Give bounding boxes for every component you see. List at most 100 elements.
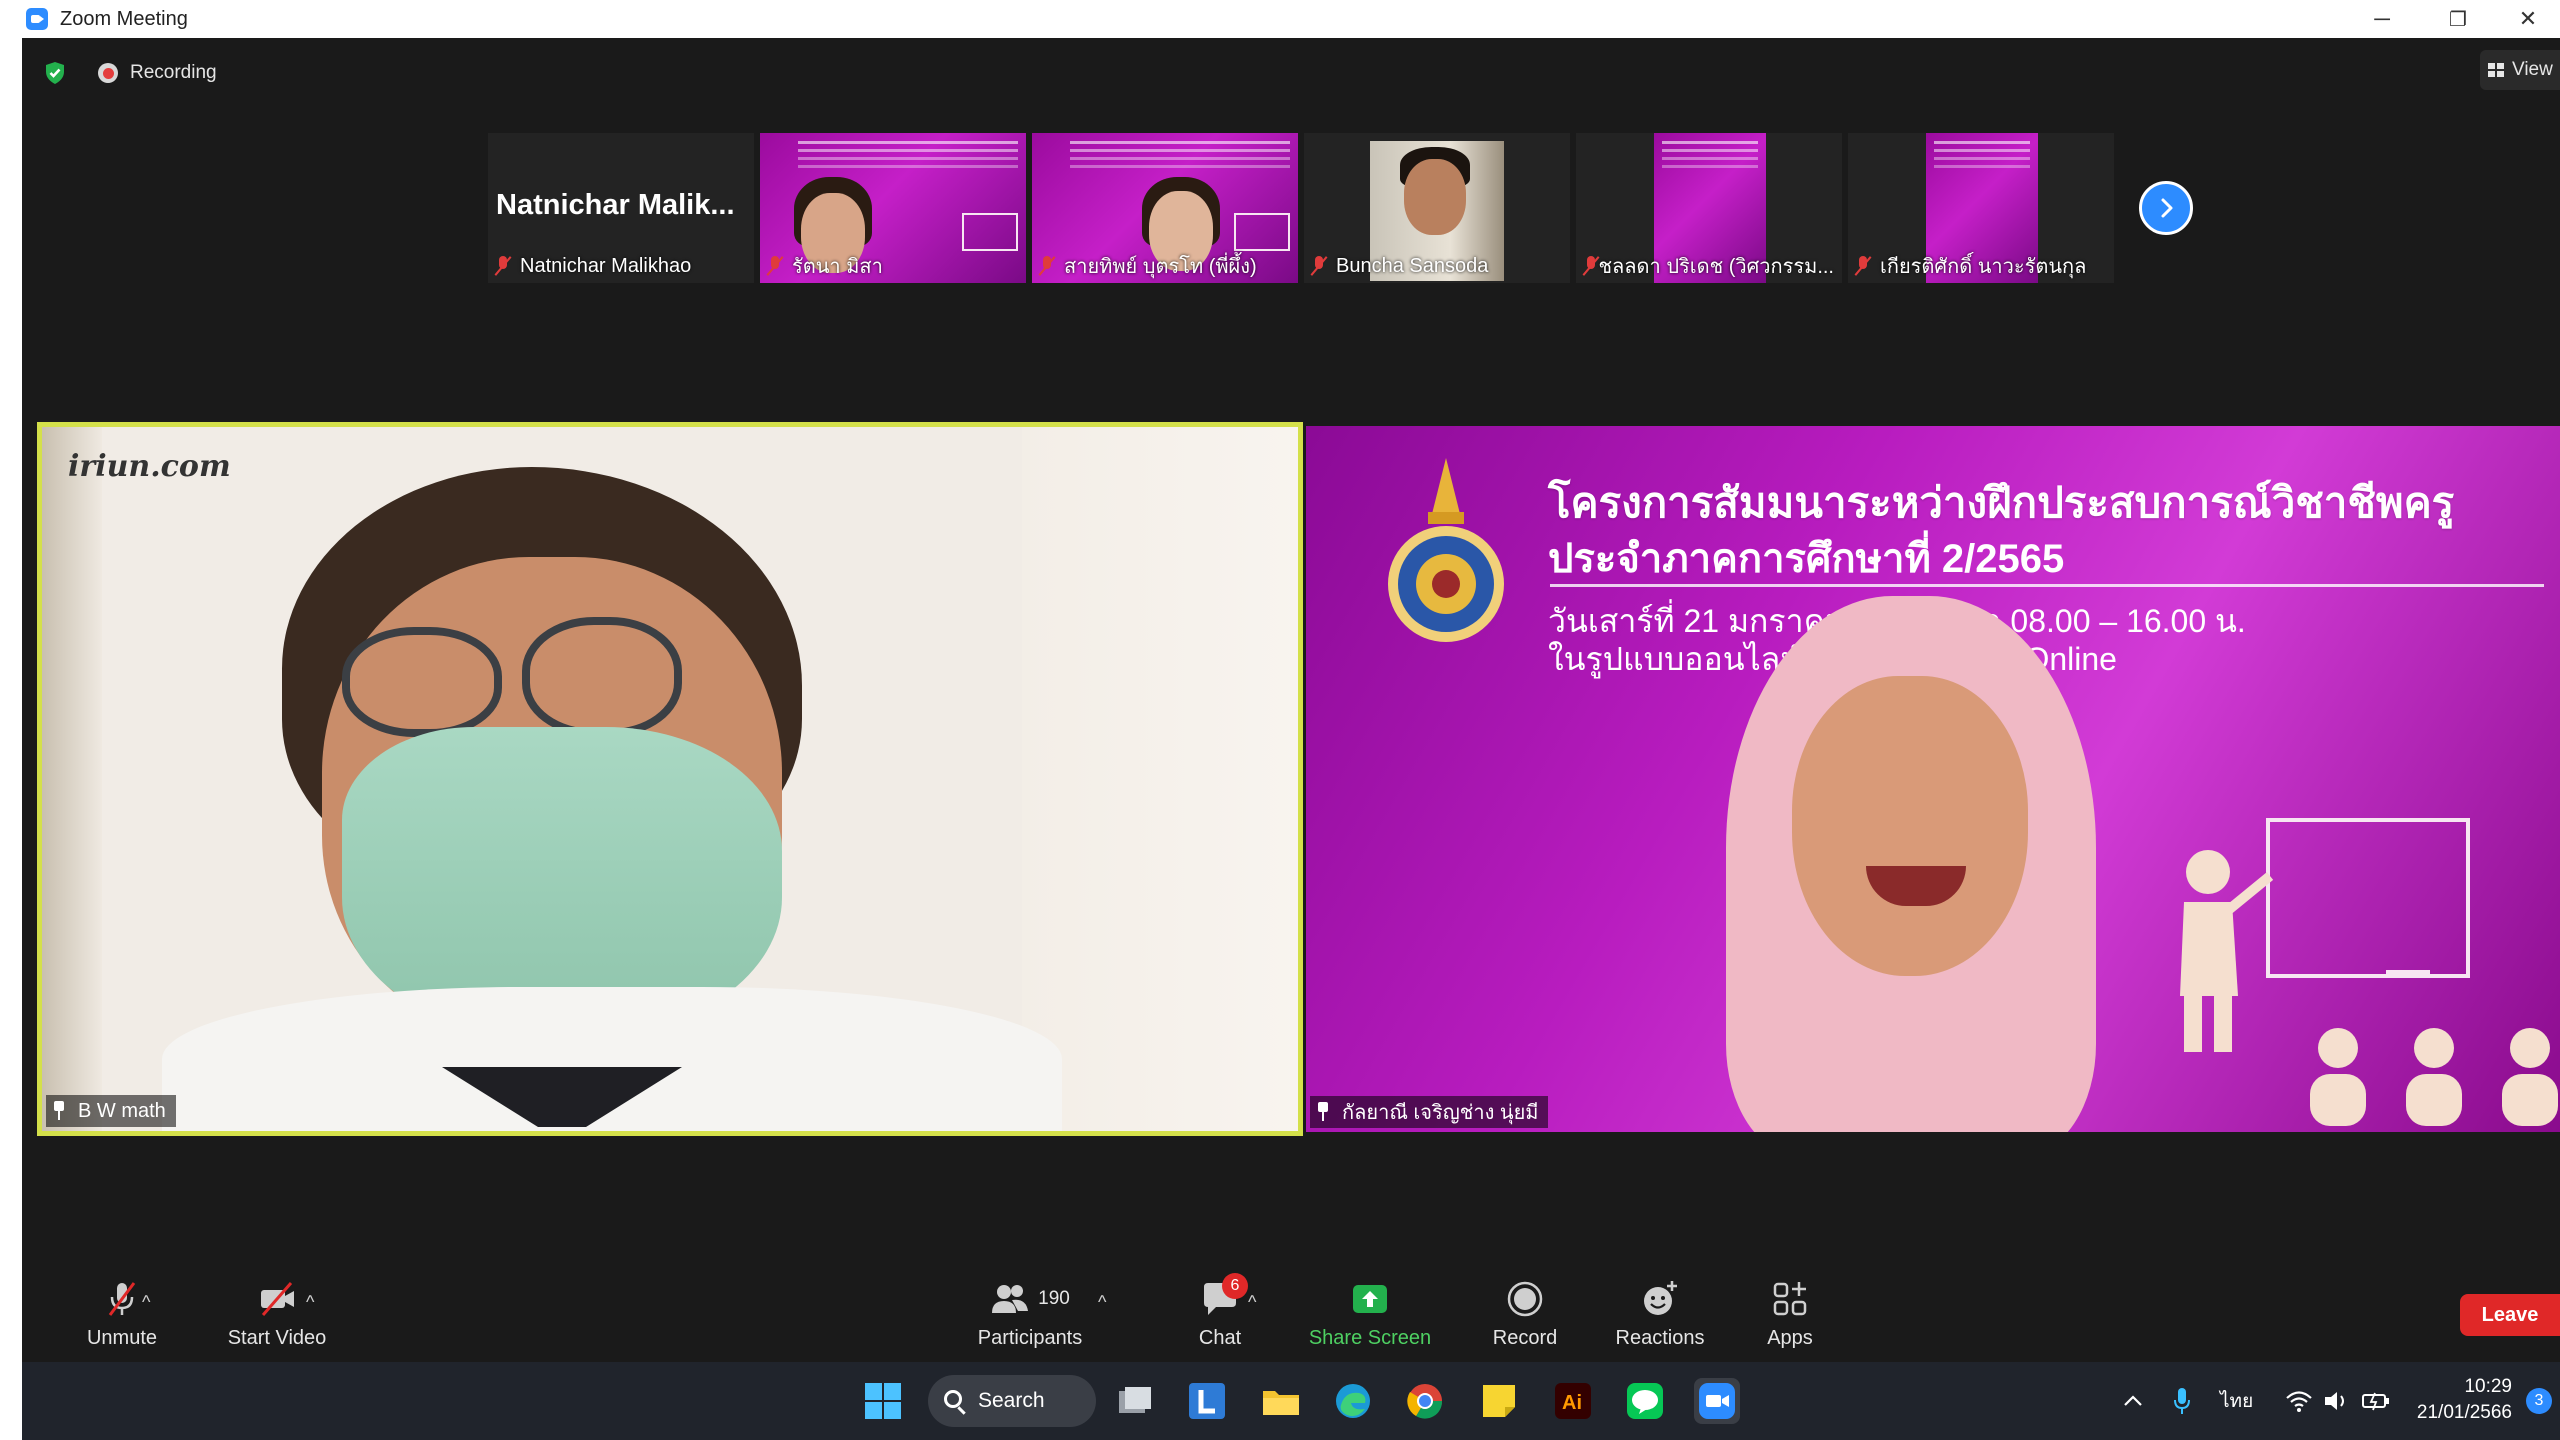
chrome-browser-icon[interactable] xyxy=(1402,1378,1448,1424)
reactions-icon xyxy=(1644,1281,1677,1315)
glasses-right xyxy=(522,617,682,737)
participant-label: เกียรติศักดิ์ นาวะรัตนกุล xyxy=(1848,249,2094,283)
restore-button[interactable]: ❐ xyxy=(2420,0,2496,38)
battery-icon[interactable] xyxy=(2361,1390,2391,1412)
record-label: Record xyxy=(1492,1327,1558,1349)
university-emblem-icon xyxy=(1388,458,1504,642)
apps-label: Apps xyxy=(1767,1327,1813,1349)
system-tray: ไทย xyxy=(2120,1362,2391,1440)
grid-icon xyxy=(2488,63,2504,77)
chevron-right-icon xyxy=(2161,198,2173,218)
zoom-taskbar-icon[interactable] xyxy=(1694,1378,1740,1424)
participant-label: Natnichar Malikhao xyxy=(488,249,699,283)
student-graphic xyxy=(2502,1028,2558,1126)
unmute-label: Unmute xyxy=(86,1327,158,1349)
status-row: Recording xyxy=(22,38,217,108)
view-label: View xyxy=(2512,59,2553,80)
recording-icon[interactable] xyxy=(98,63,118,83)
share-screen-icon xyxy=(1353,1285,1387,1313)
participant-name-large: Natnichar Malik... xyxy=(496,189,735,221)
slide-subtitle: ประจำภาคการศึกษาที่ 2/2565 xyxy=(1548,537,2065,581)
windows-start-icon[interactable] xyxy=(860,1378,906,1424)
person-shirt xyxy=(162,987,1062,1131)
leave-button[interactable]: Leave xyxy=(2460,1294,2560,1336)
slide-board-graphic xyxy=(2266,818,2470,978)
participant-tile[interactable]: Buncha Sansoda xyxy=(1304,133,1570,283)
participant-tile[interactable]: Natnichar Malik... Natnichar Malikhao xyxy=(488,133,754,283)
zoom-app-icon xyxy=(26,8,48,30)
share-screen-button[interactable]: Share Screen xyxy=(1290,1270,1450,1350)
close-button[interactable]: ✕ xyxy=(2496,0,2560,38)
l-app-icon[interactable] xyxy=(1184,1378,1230,1424)
taskbar-search[interactable]: Search xyxy=(928,1375,1096,1427)
window-edge xyxy=(0,38,22,1440)
participant-tile[interactable]: ชลลดา ปริเดช (วิศวกรรม... xyxy=(1576,133,1842,283)
participants-button[interactable]: 190 Participants xyxy=(960,1270,1100,1350)
file-explorer-icon[interactable] xyxy=(1258,1378,1304,1424)
video-options-caret[interactable]: ^ xyxy=(306,1292,314,1313)
line-app-icon[interactable] xyxy=(1622,1378,1668,1424)
video-off-icon xyxy=(261,1282,294,1316)
record-icon xyxy=(1507,1281,1543,1317)
shield-icon[interactable] xyxy=(44,61,66,85)
sticky-notes-icon[interactable] xyxy=(1476,1378,1522,1424)
participant-tile[interactable]: รัตนา มิสา xyxy=(760,133,1026,283)
windows-taskbar: Search Ai ไทย 10:29 21/01/2566 3 xyxy=(22,1362,2560,1440)
microphone-tray-icon[interactable] xyxy=(2172,1386,2192,1416)
show-hidden-icons-chevron-icon[interactable] xyxy=(2120,1388,2146,1414)
video-tile-active-speaker[interactable]: iriun.com B W math xyxy=(37,422,1303,1136)
clock-time: 10:29 xyxy=(2464,1376,2512,1397)
participant-tile[interactable]: สายทิพย์ บุตรโท (พี่ผึ้ง) xyxy=(1032,133,1298,283)
search-icon xyxy=(944,1390,962,1408)
volume-icon[interactable] xyxy=(2323,1389,2349,1413)
participant-label: รัตนา มิสา xyxy=(760,249,891,283)
input-language[interactable]: ไทย xyxy=(2220,1386,2253,1416)
participant-tile[interactable]: เกียรติศักดิ์ นาวะรัตนกุล xyxy=(1848,133,2114,283)
mic-muted-icon xyxy=(768,256,782,276)
student-graphic xyxy=(2406,1028,2462,1126)
video-tile-presenter[interactable]: โครงการสัมมนาระหว่างฝึกประสบการณ์วิชาชีพ… xyxy=(1306,426,2560,1132)
mic-muted-icon xyxy=(1312,256,1326,276)
record-button[interactable]: Record xyxy=(1470,1270,1580,1350)
reactions-button[interactable]: Reactions xyxy=(1600,1270,1720,1350)
participant-strip: Natnichar Malik... Natnichar Malikhao รั… xyxy=(488,133,2114,283)
pin-icon xyxy=(52,1101,66,1121)
meeting-toolbar: Unmute ^ Start Video ^ 190 Participants … xyxy=(22,1250,2560,1360)
next-page-button[interactable] xyxy=(2139,181,2193,235)
student-graphic xyxy=(2310,1028,2366,1126)
participants-icon xyxy=(992,1285,1029,1313)
edge-browser-icon[interactable] xyxy=(1330,1378,1376,1424)
adobe-illustrator-icon[interactable]: Ai xyxy=(1550,1378,1596,1424)
glasses-left xyxy=(342,627,502,737)
unmute-button[interactable]: Unmute xyxy=(62,1270,182,1350)
task-view-icon[interactable] xyxy=(1112,1378,1158,1424)
reactions-label: Reactions xyxy=(1615,1327,1705,1349)
notification-badge[interactable]: 3 xyxy=(2526,1388,2552,1414)
svg-text:Ai: Ai xyxy=(1562,1392,1582,1414)
mic-muted-icon xyxy=(1584,256,1597,276)
participant-label: ชลลดา ปริเดช (วิศวกรรม... xyxy=(1576,249,1842,283)
view-button[interactable]: View xyxy=(2480,50,2560,90)
taskbar-clock[interactable]: 10:29 21/01/2566 xyxy=(2417,1374,2512,1426)
audio-options-caret[interactable]: ^ xyxy=(142,1292,150,1313)
chat-options-caret[interactable]: ^ xyxy=(1248,1292,1256,1313)
mic-muted-icon xyxy=(496,256,510,276)
pin-icon xyxy=(1316,1102,1330,1122)
participants-options-caret[interactable]: ^ xyxy=(1098,1292,1106,1313)
participant-label: Buncha Sansoda xyxy=(1304,249,1496,283)
wifi-icon[interactable] xyxy=(2285,1389,2313,1413)
minimize-button[interactable]: ─ xyxy=(2344,0,2420,38)
window-title: Zoom Meeting xyxy=(60,7,188,30)
apps-button[interactable]: Apps xyxy=(1740,1270,1840,1350)
camera-watermark: iriun.com xyxy=(68,449,231,484)
zoom-window: Zoom Meeting ─ ❐ ✕ Recording View Natnic… xyxy=(0,0,2560,1440)
start-video-button[interactable]: Start Video xyxy=(202,1270,352,1350)
mic-muted-icon xyxy=(1856,256,1870,276)
chat-unread-badge: 6 xyxy=(1222,1273,1248,1299)
participant-name-tag: B W math xyxy=(46,1095,176,1127)
participants-count: 190 xyxy=(1038,1288,1070,1309)
participant-name-tag: กัลยาณี เจริญช่าง นุ่ยมี xyxy=(1310,1096,1549,1128)
clock-date: 21/01/2566 xyxy=(2416,1402,2512,1423)
microphone-muted-icon xyxy=(108,1282,136,1316)
chat-label: Chat xyxy=(1198,1327,1242,1349)
